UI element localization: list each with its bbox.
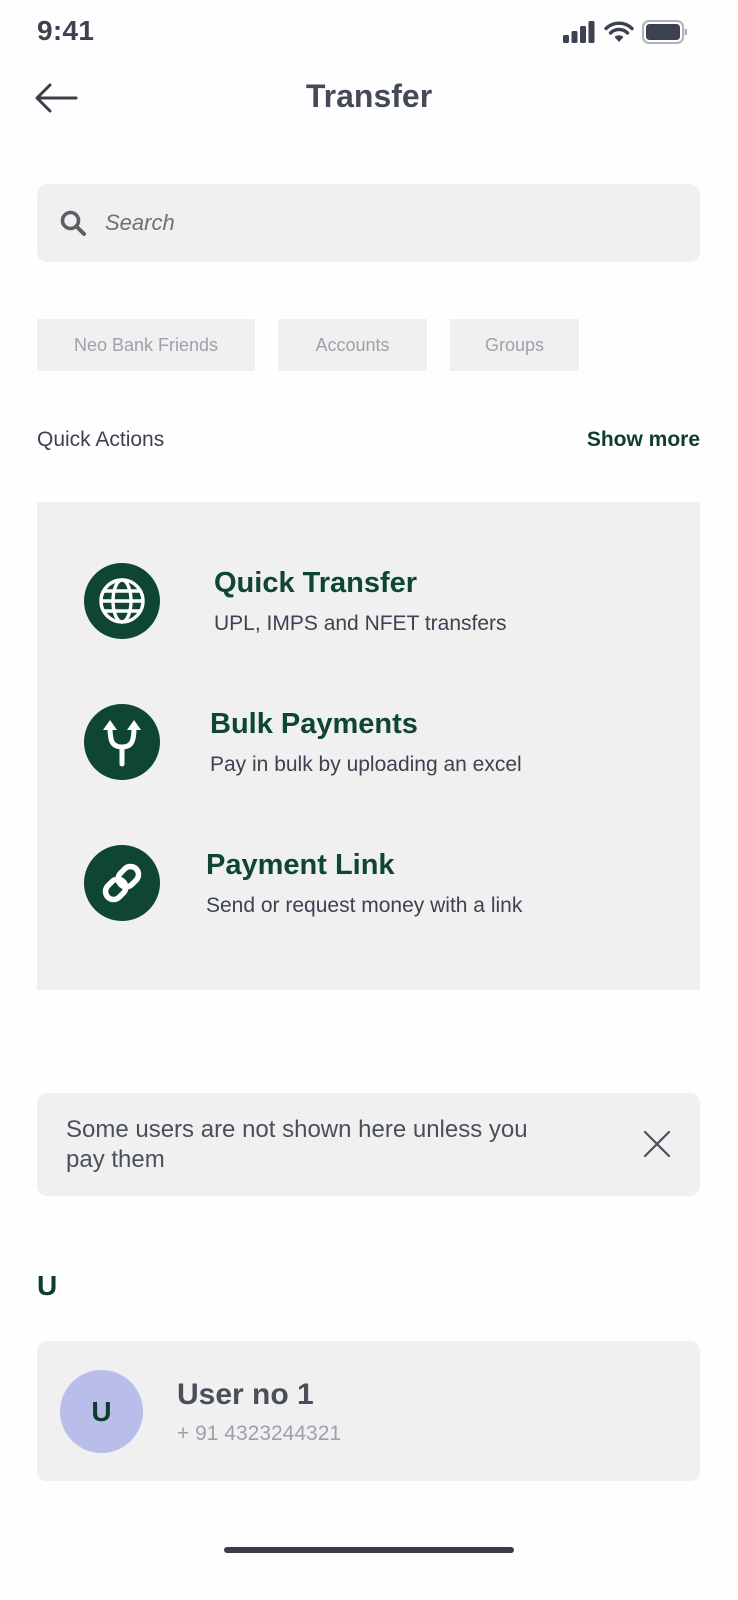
quick-action-description: Send or request money with a link <box>206 893 523 917</box>
home-indicator[interactable] <box>224 1547 514 1553</box>
quick-actions-title: Quick Actions <box>37 428 165 451</box>
notice-text: Some users are not shown here unless you… <box>66 1116 528 1173</box>
status-bar: 9:41 <box>0 0 738 66</box>
contact-list-item[interactable]: U User no 1 + 91 4323244321 <box>37 1341 700 1481</box>
signal-icon <box>562 21 596 48</box>
quick-action-description: UPL, IMPS and NFET transfers <box>214 611 507 635</box>
link-icon <box>84 845 160 921</box>
status-time: 9:41 <box>37 15 95 46</box>
contact-phone: + 91 4323244321 <box>177 1422 342 1445</box>
search-bar[interactable] <box>37 184 700 262</box>
nav-bar: Transfer <box>0 70 738 126</box>
split-arrows-icon <box>84 704 160 780</box>
close-icon <box>643 1130 671 1158</box>
status-icons <box>562 20 688 49</box>
quick-action-name: Payment Link <box>206 848 395 881</box>
page-title: Transfer <box>305 78 433 114</box>
quick-action-quick-transfer[interactable]: Quick Transfer UPL, IMPS and NFET transf… <box>84 563 507 639</box>
quick-actions-header: Quick Actions Show more <box>37 428 700 452</box>
quick-action-name: Bulk Payments <box>210 707 418 740</box>
quick-action-bulk-payments[interactable]: Bulk Payments Pay in bulk by uploading a… <box>84 704 522 780</box>
battery-icon <box>642 20 688 49</box>
contacts-section-letter: U <box>37 1270 58 1301</box>
contact-name: User no 1 <box>177 1378 314 1411</box>
notice-close-button[interactable] <box>639 1126 675 1162</box>
quick-action-description: Pay in bulk by uploading an excel <box>210 752 522 776</box>
chip-groups[interactable]: Groups <box>450 319 579 371</box>
quick-action-payment-link[interactable]: Payment Link Send or request money with … <box>84 845 522 921</box>
info-notice: Some users are not shown here unless you… <box>37 1093 700 1196</box>
search-input[interactable] <box>105 210 665 236</box>
quick-action-name: Quick Transfer <box>214 566 418 599</box>
globe-icon <box>84 563 160 639</box>
avatar: U <box>60 1370 143 1453</box>
search-icon <box>60 210 86 236</box>
chip-accounts[interactable]: Accounts <box>278 319 427 371</box>
quick-actions-card: Quick Transfer UPL, IMPS and NFET transf… <box>37 502 700 990</box>
filter-chips: Neo Bank Friends Accounts Groups <box>37 319 579 371</box>
show-more-link[interactable]: Show more <box>587 428 700 452</box>
wifi-icon <box>604 21 634 48</box>
chip-neo-bank-friends[interactable]: Neo Bank Friends <box>37 319 255 371</box>
